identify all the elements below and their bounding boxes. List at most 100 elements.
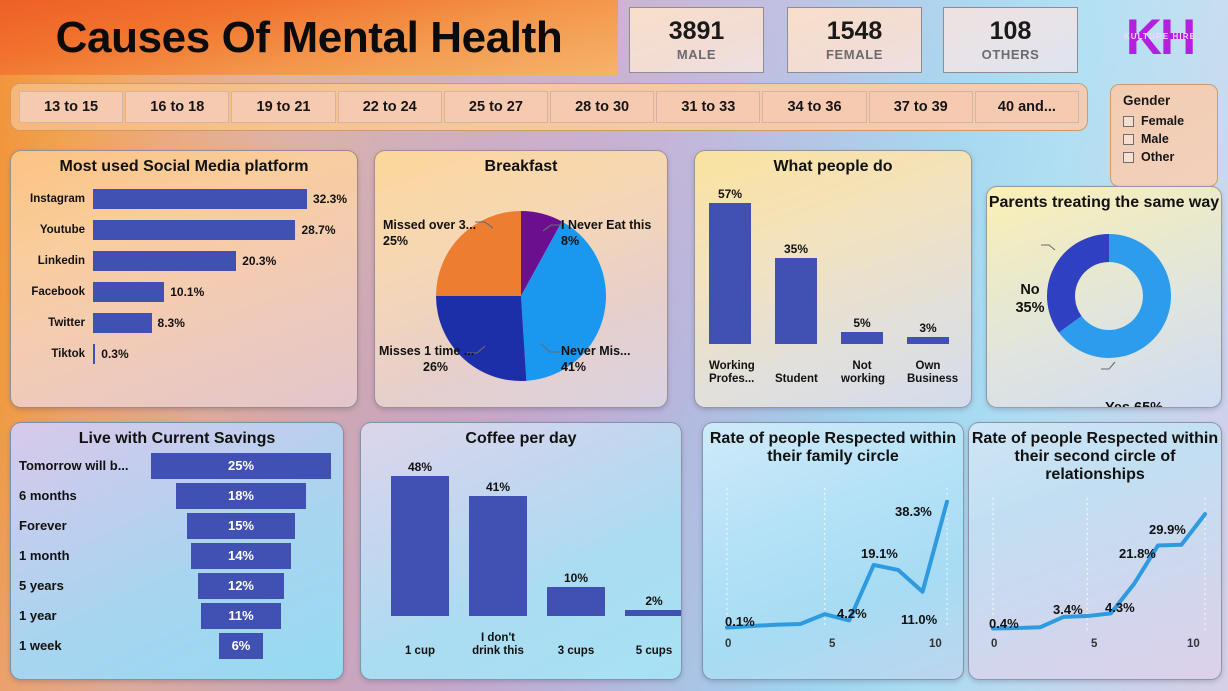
column-value-label: 10% (563, 570, 589, 585)
age-filter-button-8[interactable]: 37 to 39 (868, 91, 973, 123)
dashboard-header: Causes Of Mental Health 3891 MALE 1548 F… (0, 0, 1228, 78)
gender-option-female[interactable]: Female (1123, 114, 1217, 128)
funnel-row[interactable]: Forever 15% (19, 511, 335, 541)
age-filter-button-2[interactable]: 19 to 21 (231, 91, 336, 123)
funnel-bar: 6% (219, 632, 263, 659)
bar-row[interactable]: Instagram 32.3% (17, 184, 347, 215)
bar-fill (93, 220, 296, 241)
funnel-row[interactable]: 5 years 12% (19, 571, 335, 601)
line-point-label: 0.4% (989, 615, 1019, 631)
age-filter-button-0[interactable]: 13 to 15 (19, 91, 124, 123)
bar-category-label: Facebook (31, 286, 85, 299)
funnel-bar: 11% (201, 602, 281, 629)
bar-fill (93, 282, 165, 303)
line-point-label: 4.2% (837, 605, 867, 621)
bar-row[interactable]: Linkedin 20.3% (17, 246, 347, 277)
bar-fill (93, 189, 307, 210)
age-filter-button-4[interactable]: 25 to 27 (443, 91, 549, 123)
gender-option-other[interactable]: Other (1123, 150, 1217, 164)
column-category-label: 1 cup (404, 645, 436, 658)
column-value-label: 3% (919, 320, 937, 335)
funnel-track: 15% (151, 512, 335, 539)
bar-track: 32.3% (93, 189, 347, 210)
funnel-track: 18% (151, 482, 335, 509)
column-item[interactable]: 5% Not working (841, 316, 885, 385)
funnel-value-label: 12% (227, 578, 254, 594)
column-item[interactable]: 48% 1 cup (391, 460, 449, 657)
checkbox-icon[interactable] (1123, 115, 1134, 127)
chart-card-parents-treating: Parents treating the same way No 35% Yes … (986, 186, 1222, 408)
age-filter-button-6[interactable]: 31 to 33 (656, 91, 761, 123)
funnel-value-label: 18% (227, 488, 254, 504)
age-filter-button-9[interactable]: 40 and... (974, 91, 1080, 123)
funnel-value-label: 6% (231, 638, 251, 654)
funnel-row[interactable]: 1 year 11% (19, 601, 335, 631)
column-value-label: 48% (407, 459, 433, 474)
gender-option-label: Female (1141, 114, 1185, 128)
funnel-bar: 18% (176, 482, 306, 509)
bar-value-label: 32.3% (312, 192, 347, 207)
bar-row[interactable]: Youtube 28.7% (17, 215, 347, 246)
checkbox-icon[interactable] (1123, 151, 1134, 163)
parents-donut-chart[interactable] (1039, 226, 1179, 366)
coffee-per-day-column-chart: 48% 1 cup 41% I don't drink this 10% 3 cups 2%… (361, 448, 681, 660)
gender-option-male[interactable]: Male (1123, 132, 1217, 146)
gender-option-label: Male (1141, 132, 1169, 146)
funnel-row[interactable]: 1 month 14% (19, 541, 335, 571)
funnel-category-label: Forever (19, 518, 67, 534)
age-filter-button-1[interactable]: 16 to 18 (125, 91, 230, 123)
kpi-label-male: MALE (676, 47, 717, 63)
column-category-label: Working Profes... (709, 360, 755, 386)
bar-row[interactable]: Facebook 10.1% (17, 277, 347, 308)
gender-slicer[interactable]: Gender Female Male Other (1110, 84, 1218, 187)
chart-title-respect-second-circle: Rate of people Respected within their se… (971, 430, 1219, 483)
column-value-label: 2% (645, 594, 663, 609)
column-value-label: 35% (783, 241, 809, 256)
column-item[interactable]: 2% 5 cups (625, 594, 681, 657)
funnel-row[interactable]: Tomorrow will b... 25% (19, 451, 335, 481)
funnel-category-label: 1 month (19, 548, 70, 564)
respect-family-line-chart[interactable]: 0.1% 4.2% 19.1% 11.0% 38.3% 0 5 10 (703, 466, 963, 672)
line-point-label: 3.4% (1053, 601, 1083, 617)
age-range-slicer[interactable]: 13 to 15 16 to 18 19 to 21 22 to 24 25 to 27… (10, 83, 1088, 131)
brand-logo: KH KULTURE HIRE (1098, 6, 1222, 72)
age-filter-button-3[interactable]: 22 to 24 (337, 91, 442, 123)
checkbox-icon[interactable] (1123, 133, 1134, 145)
respect-second-circle-line-chart[interactable]: 0.4% 3.4% 4.3% 21.8% 29.9% 0 5 10 (969, 484, 1221, 672)
kpi-card-female: 1548 FEMALE (787, 7, 922, 73)
kpi-card-others: 108 OTHERS (943, 7, 1078, 73)
bar-fill (93, 251, 237, 272)
bar-row[interactable]: Tiktok 0.3% (17, 339, 347, 370)
column-item[interactable]: 10% 3 cups (547, 571, 605, 657)
funnel-category-label: 1 year (19, 608, 57, 624)
column-item[interactable]: 41% I don't drink this (469, 480, 527, 657)
bar-category-label: Tiktok (51, 348, 85, 361)
column-item[interactable]: 3% Own Business (907, 321, 958, 385)
column-category-label: Student (775, 373, 818, 386)
line-point-label: 0.1% (725, 613, 755, 629)
kpi-label-female: FEMALE (825, 47, 884, 63)
column-item[interactable]: 57% Working Profes... (709, 187, 755, 385)
age-filter-button-7[interactable]: 34 to 36 (762, 91, 867, 123)
donut-label-no: No 35% (1015, 281, 1045, 316)
bar-category-label: Youtube (39, 224, 85, 237)
x-axis-tick-label: 10 (929, 637, 942, 650)
funnel-row[interactable]: 1 week 6% (19, 631, 335, 661)
chart-card-respect-family: Rate of people Respected within their fa… (702, 422, 964, 680)
age-filter-button-5[interactable]: 28 to 30 (550, 91, 655, 123)
x-axis-tick-label: 0 (725, 637, 732, 650)
title-banner: Causes Of Mental Health (0, 0, 618, 75)
column-item[interactable]: 35% Student (775, 242, 818, 385)
line-point-label: 21.8% (1119, 545, 1156, 561)
x-axis-tick-label: 10 (1187, 637, 1200, 650)
column-category-label: Own Business (907, 360, 959, 386)
pie-label-misses-1-time: Misses 1 time ... 26% (379, 343, 475, 374)
bar-row[interactable]: Twitter 8.3% (17, 308, 347, 339)
bar-value-label: 8.3% (157, 316, 185, 331)
current-savings-funnel: Tomorrow will b... 25% 6 months 18% Forever 1… (11, 448, 343, 661)
bar-fill (93, 344, 96, 365)
chart-card-what-people-do: What people do 57% Working Profes... 35% St… (694, 150, 972, 408)
funnel-value-label: 11% (228, 608, 254, 624)
funnel-track: 25% (151, 452, 335, 479)
funnel-row[interactable]: 6 months 18% (19, 481, 335, 511)
